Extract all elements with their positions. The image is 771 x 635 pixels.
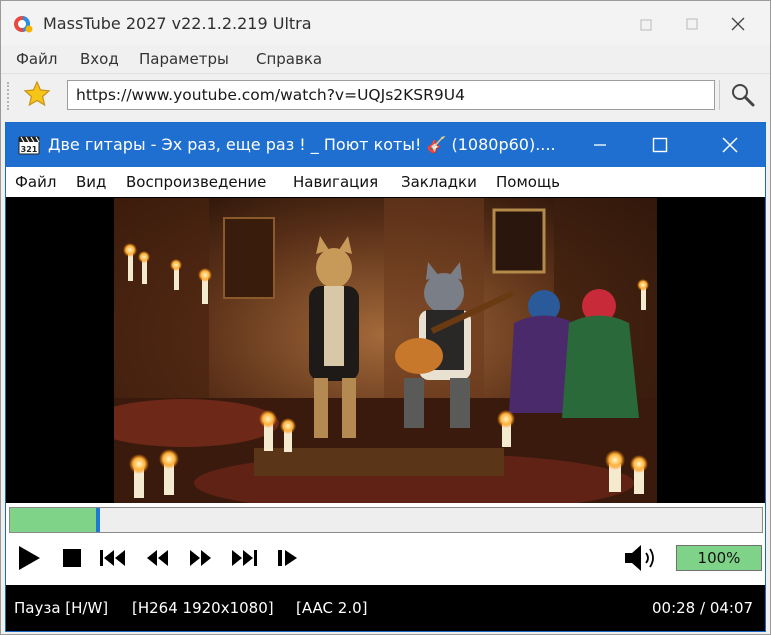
- player-menu-view[interactable]: Вид: [76, 173, 106, 191]
- fast-forward-icon: [190, 550, 211, 566]
- close-icon: [722, 137, 738, 153]
- player-statusbar: Пауза [H/W] [H264 1920x1080] [AAC 2.0] 0…: [6, 585, 765, 631]
- seek-bar[interactable]: [9, 507, 763, 533]
- video-frame: [114, 198, 657, 503]
- toolbar-grip[interactable]: [7, 82, 13, 110]
- main-menubar: Файл Вход Параметры Справка: [1, 45, 770, 73]
- player-minimize-button[interactable]: [572, 123, 628, 167]
- player-titlebar[interactable]: 321 Две гитары - Эх раз, еще раз ! _ Пою…: [6, 123, 765, 167]
- player-window: 321 Две гитары - Эх раз, еще раз ! _ Пою…: [5, 122, 766, 632]
- skip-previous-button[interactable]: [98, 541, 128, 575]
- video-codec-info: [H264 1920x1080]: [132, 599, 274, 617]
- skip-next-icon: [232, 550, 257, 566]
- maximize-icon: [686, 18, 698, 30]
- toolbar-divider: [719, 80, 720, 110]
- search-button[interactable]: [727, 80, 759, 110]
- svg-text:321: 321: [21, 145, 38, 154]
- player-close-button[interactable]: [702, 123, 758, 167]
- url-input[interactable]: [67, 80, 715, 110]
- player-menu-navigation[interactable]: Навигация: [293, 173, 378, 191]
- rewind-icon: [147, 550, 168, 566]
- seek-thumb[interactable]: [96, 508, 100, 532]
- minimize-button[interactable]: [623, 5, 669, 43]
- maximize-button[interactable]: [669, 5, 715, 43]
- player-menubar: Файл Вид Воспроизведение Навигация Закла…: [6, 167, 765, 197]
- rewind-button[interactable]: [143, 541, 171, 575]
- fast-forward-button[interactable]: [187, 541, 215, 575]
- address-toolbar: [1, 73, 770, 118]
- app-logo-icon: [14, 16, 33, 33]
- seek-progress: [10, 508, 96, 532]
- skip-previous-icon: [100, 550, 125, 566]
- playback-time: 00:28 / 04:07: [652, 599, 754, 617]
- close-icon: [731, 17, 745, 31]
- frame-step-icon: [278, 550, 297, 566]
- close-button[interactable]: [715, 5, 761, 43]
- audio-codec-info: [AAC 2.0]: [296, 599, 368, 617]
- stop-button[interactable]: [59, 541, 85, 575]
- frame-step-button[interactable]: [274, 541, 302, 575]
- playback-state: Пауза [H/W]: [14, 599, 109, 617]
- maximize-icon: [652, 137, 668, 153]
- app-title: MassTube 2027 v22.1.2.219 Ultra: [43, 14, 312, 33]
- play-button[interactable]: [14, 541, 44, 575]
- menu-file[interactable]: Файл: [16, 50, 57, 68]
- volume-level[interactable]: 100%: [676, 545, 762, 571]
- stop-icon: [63, 549, 81, 567]
- minimize-icon: [640, 19, 652, 31]
- player-menu-playback[interactable]: Воспроизведение: [126, 173, 266, 191]
- play-icon: [19, 546, 40, 570]
- menu-settings[interactable]: Параметры: [139, 50, 229, 68]
- player-menu-help[interactable]: Помощь: [496, 173, 560, 191]
- player-menu-bookmarks[interactable]: Закладки: [401, 173, 477, 191]
- skip-next-button[interactable]: [228, 541, 260, 575]
- app-titlebar[interactable]: MassTube 2027 v22.1.2.219 Ultra: [1, 1, 770, 45]
- player-controls: 100%: [6, 503, 765, 585]
- minimize-icon: [594, 144, 606, 146]
- volume-icon[interactable]: [623, 543, 659, 573]
- video-area[interactable]: [6, 197, 765, 503]
- menu-login[interactable]: Вход: [80, 50, 119, 68]
- player-maximize-button[interactable]: [632, 123, 688, 167]
- search-icon: [732, 84, 755, 107]
- player-title: Две гитары - Эх раз, еще раз ! _ Поют ко…: [48, 135, 556, 154]
- favorite-star-icon[interactable]: [23, 80, 51, 108]
- menu-help[interactable]: Справка: [256, 50, 322, 68]
- player-logo-icon: 321: [18, 136, 40, 155]
- player-menu-file[interactable]: Файл: [15, 173, 56, 191]
